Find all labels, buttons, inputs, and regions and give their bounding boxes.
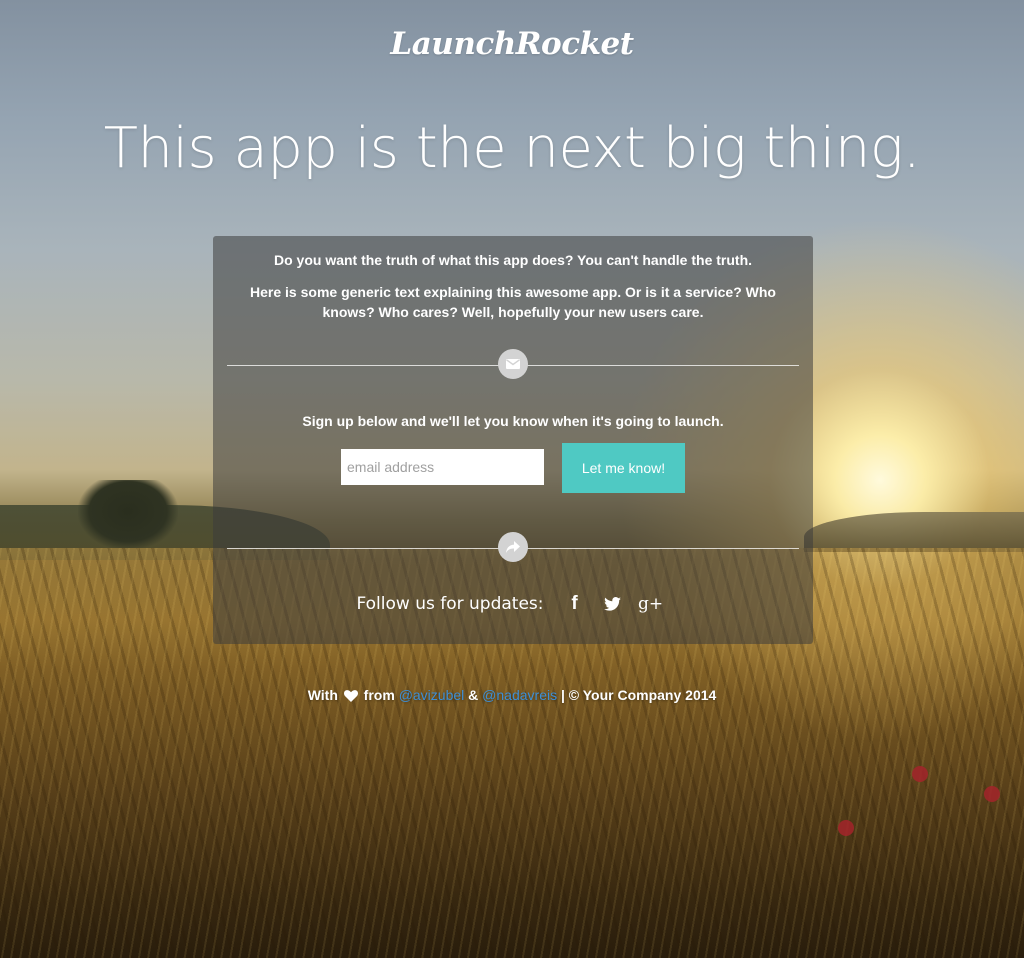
intro-text-2: Here is some generic text explaining thi… <box>250 284 776 320</box>
follow-label: Follow us for updates: <box>356 594 544 614</box>
poppy-flower <box>912 766 928 782</box>
email-field[interactable] <box>341 449 544 485</box>
google-plus-icon: g+ <box>637 594 664 614</box>
copyright: | © Your Company 2014 <box>560 687 717 703</box>
twitter-link[interactable] <box>594 591 632 617</box>
follow-row: Follow us for updates: f g+ <box>213 591 813 617</box>
tree-silhouette <box>78 480 178 550</box>
author-link-avizubel[interactable]: @avizubel <box>399 687 465 703</box>
footer-with: With <box>307 687 338 703</box>
footer-amp: & <box>468 687 479 703</box>
notify-me-button[interactable]: Let me know! <box>562 443 685 493</box>
signup-panel: Do you want the truth of what this app d… <box>213 236 813 644</box>
page-headline: This app is the next big thing. <box>103 116 921 181</box>
heart-icon <box>343 689 358 705</box>
footer: With from @avizubel & @nadavreis | © You… <box>0 687 1024 705</box>
intro-text-1: Do you want the truth of what this app d… <box>273 252 753 268</box>
envelope-icon <box>498 349 528 379</box>
twitter-icon <box>604 597 621 611</box>
poppy-flower <box>838 820 854 836</box>
facebook-icon: f <box>571 593 578 614</box>
poppy-flower <box>984 786 1000 802</box>
facebook-link[interactable]: f <box>556 591 594 617</box>
signup-prompt: Sign up below and we'll let you know whe… <box>302 413 724 429</box>
hill-right <box>804 512 1024 552</box>
logo[interactable]: LaunchRocket <box>0 26 1024 62</box>
footer-from: from <box>363 687 395 703</box>
author-link-nadavreis[interactable]: @nadavreis <box>482 687 557 703</box>
share-arrow-icon <box>498 532 528 562</box>
google-plus-link[interactable]: g+ <box>632 591 670 617</box>
